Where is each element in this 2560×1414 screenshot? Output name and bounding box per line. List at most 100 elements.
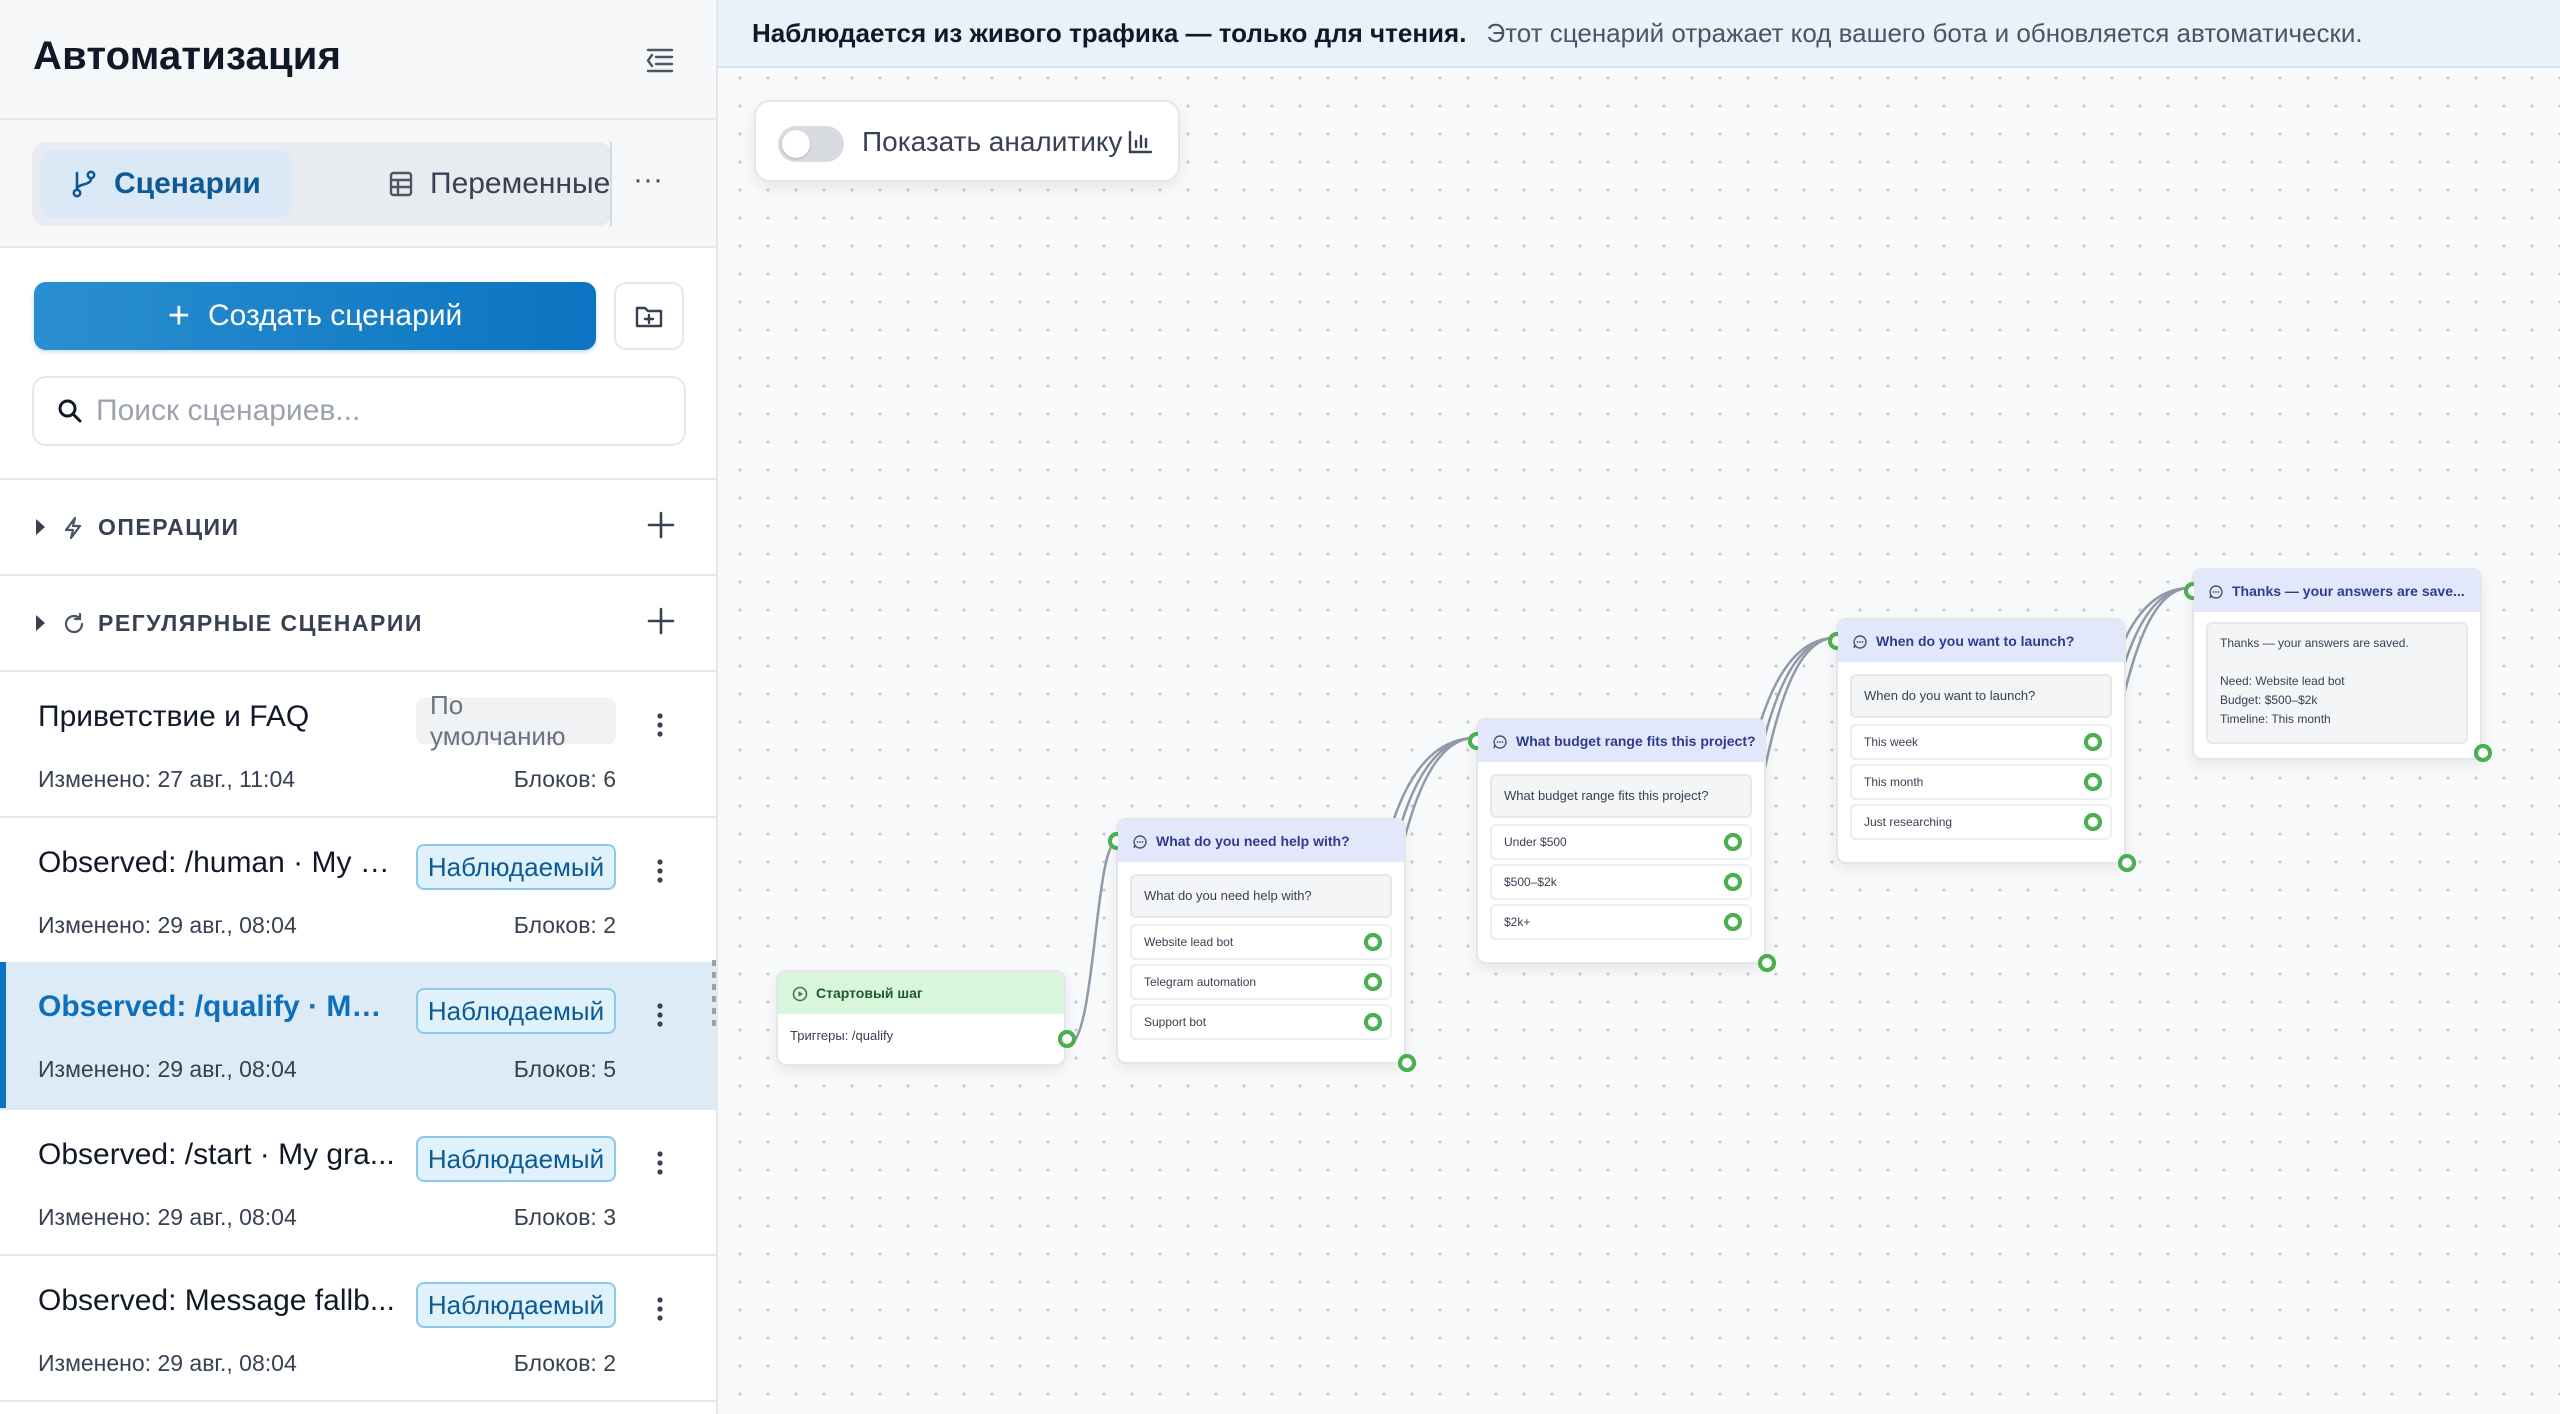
start-node[interactable]: Стартовый шаг Триггеры: /qualify [776, 970, 1076, 1066]
caret-right-icon [36, 519, 45, 535]
option-item[interactable]: Telegram automation [1130, 964, 1392, 1000]
sidebar: Автоматизация Сценарии Переменные ··· + … [0, 0, 718, 1414]
option-label: Just researching [1864, 815, 1953, 829]
option-item[interactable]: $500–$2k [1490, 864, 1752, 900]
option-item[interactable]: This month [1850, 764, 2112, 800]
message-line: Budget: $500–$2k [2220, 693, 2318, 707]
option-port[interactable] [1724, 833, 1742, 851]
section-scheduled[interactable]: РЕГУЛЯРНЫЕ СЦЕНАРИИ [0, 576, 716, 670]
scenario-item[interactable]: Приветствие и FAQ По умолчанию Изменено:… [0, 672, 716, 818]
option-port[interactable] [1364, 1013, 1382, 1031]
question-node-title: What do you need help with? [1156, 833, 1350, 849]
option-port[interactable] [1724, 913, 1742, 931]
question-node-header: What budget range fits this project? [1478, 720, 1764, 762]
option-port[interactable] [2084, 773, 2102, 791]
sidebar-collapse-icon[interactable] [640, 40, 680, 80]
scenario-modified: Изменено: 29 авг., 08:04 [38, 1204, 297, 1230]
kebab-menu-icon[interactable] [650, 998, 670, 1032]
scenario-block-count: Блоков: 2 [513, 1350, 616, 1376]
section-operations-label: ОПЕРАЦИИ [98, 513, 240, 540]
scenario-item[interactable]: Observed: /start · My gra... Наблюдаемый… [0, 1110, 716, 1256]
start-node-title: Стартовый шаг [816, 985, 923, 1001]
option-port[interactable] [2084, 813, 2102, 831]
play-circle-icon [792, 986, 808, 1002]
question-node-title: When do you want to launch? [1876, 633, 2075, 649]
fallback-port[interactable] [1758, 954, 1776, 972]
table-icon [389, 171, 413, 197]
option-item[interactable]: Under $500 [1490, 824, 1752, 860]
option-item[interactable]: This week [1850, 724, 2112, 760]
folder-plus-icon [635, 306, 663, 328]
option-item[interactable]: $2k+ [1490, 904, 1752, 940]
section-operations[interactable]: ОПЕРАЦИИ [0, 480, 716, 574]
question-node-budget[interactable]: What budget range fits this project? Wha… [1468, 718, 1776, 972]
more-icon[interactable]: ··· [628, 165, 668, 198]
question-node-help[interactable]: What do you need help with? What do you … [1108, 818, 1416, 1072]
flow-canvas[interactable]: Наблюдается из живого трафика — только д… [718, 0, 2560, 1414]
message-icon [2209, 585, 2223, 599]
kebab-menu-icon[interactable] [650, 708, 670, 742]
scenario-modified: Изменено: 29 авг., 08:04 [38, 1350, 297, 1376]
caret-right-icon [36, 615, 45, 631]
scenario-name: Приветствие и FAQ [38, 700, 310, 733]
scenario-item[interactable]: Observed: Message fallb... Наблюдаемый И… [0, 1256, 716, 1402]
start-node-header: Стартовый шаг [778, 972, 1064, 1014]
scenario-name: Observed: Message fallb... [38, 1284, 395, 1317]
option-label: This month [1864, 775, 1924, 789]
scenario-block-count: Блоков: 2 [513, 912, 616, 938]
option-label: Under $500 [1504, 835, 1567, 849]
output-port[interactable] [1058, 1030, 1076, 1048]
add-operation-icon[interactable] [644, 508, 678, 542]
option-item[interactable]: Support bot [1130, 1004, 1392, 1040]
kebab-menu-icon[interactable] [650, 1292, 670, 1326]
tab-variables[interactable]: Переменные [352, 150, 612, 218]
message-node-thanks[interactable]: Thanks — your answers are save... Thanks… [2184, 568, 2492, 762]
question-node-header: When do you want to launch? [1838, 620, 2124, 662]
create-scenario-button[interactable]: + Создать сценарий [34, 282, 596, 350]
observed-badge: Наблюдаемый [416, 844, 616, 890]
divider [0, 1400, 716, 1402]
kebab-menu-icon[interactable] [650, 1146, 670, 1180]
scenario-modified: Изменено: 27 авг., 11:04 [38, 766, 296, 792]
new-folder-button[interactable] [614, 282, 684, 350]
question-node-title: What budget range fits this project? [1516, 733, 1756, 749]
option-item[interactable]: Website lead bot [1130, 924, 1392, 960]
scenario-name: Observed: /human · My g... [38, 846, 398, 879]
message-node-title: Thanks — your answers are save... [2232, 583, 2465, 599]
option-port[interactable] [2084, 733, 2102, 751]
option-port[interactable] [1364, 933, 1382, 951]
create-scenario-label: Создать сценарий [207, 299, 463, 332]
message-text: Thanks — your answers are saved. Need: W… [2206, 622, 2468, 744]
option-port[interactable] [1724, 873, 1742, 891]
output-port[interactable] [2474, 744, 2492, 762]
observed-badge: Наблюдаемый [416, 988, 616, 1034]
tab-scenarios[interactable]: Сценарии [40, 150, 292, 218]
default-badge: По умолчанию [416, 690, 616, 751]
search-input[interactable] [96, 394, 656, 428]
section-scheduled-label: РЕГУЛЯРНЫЕ СЦЕНАРИИ [98, 609, 423, 636]
option-label: Telegram automation [1144, 975, 1257, 989]
message-icon [1493, 735, 1507, 749]
scenario-item-selected[interactable]: Observed: /qualify · My ... Наблюдаемый … [0, 962, 716, 1108]
option-port[interactable] [1364, 973, 1382, 991]
question-text: What do you need help with? [1130, 874, 1392, 918]
refresh-icon [64, 612, 84, 634]
option-item[interactable]: Just researching [1850, 804, 2112, 840]
option-label: This week [1864, 735, 1919, 749]
fallback-port[interactable] [2118, 854, 2136, 872]
tab-divider [610, 142, 612, 226]
tabs-area: Сценарии Переменные ··· [0, 120, 716, 248]
message-icon [1133, 835, 1147, 849]
search-field[interactable] [32, 376, 686, 446]
sidebar-title: Автоматизация [33, 34, 342, 78]
fallback-port[interactable] [1398, 1054, 1416, 1072]
option-label: Website lead bot [1144, 935, 1234, 949]
kebab-menu-icon[interactable] [650, 854, 670, 888]
option-label: $2k+ [1504, 915, 1531, 929]
scenario-modified: Изменено: 29 авг., 08:04 [38, 912, 297, 938]
scenario-item[interactable]: Observed: /human · My g... Наблюдаемый И… [0, 818, 716, 964]
question-text: What budget range fits this project? [1490, 774, 1752, 818]
sidebar-header: Автоматизация [0, 0, 716, 120]
add-scheduled-icon[interactable] [644, 604, 678, 638]
question-node-launch[interactable]: When do you want to launch? When do you … [1828, 618, 2136, 872]
